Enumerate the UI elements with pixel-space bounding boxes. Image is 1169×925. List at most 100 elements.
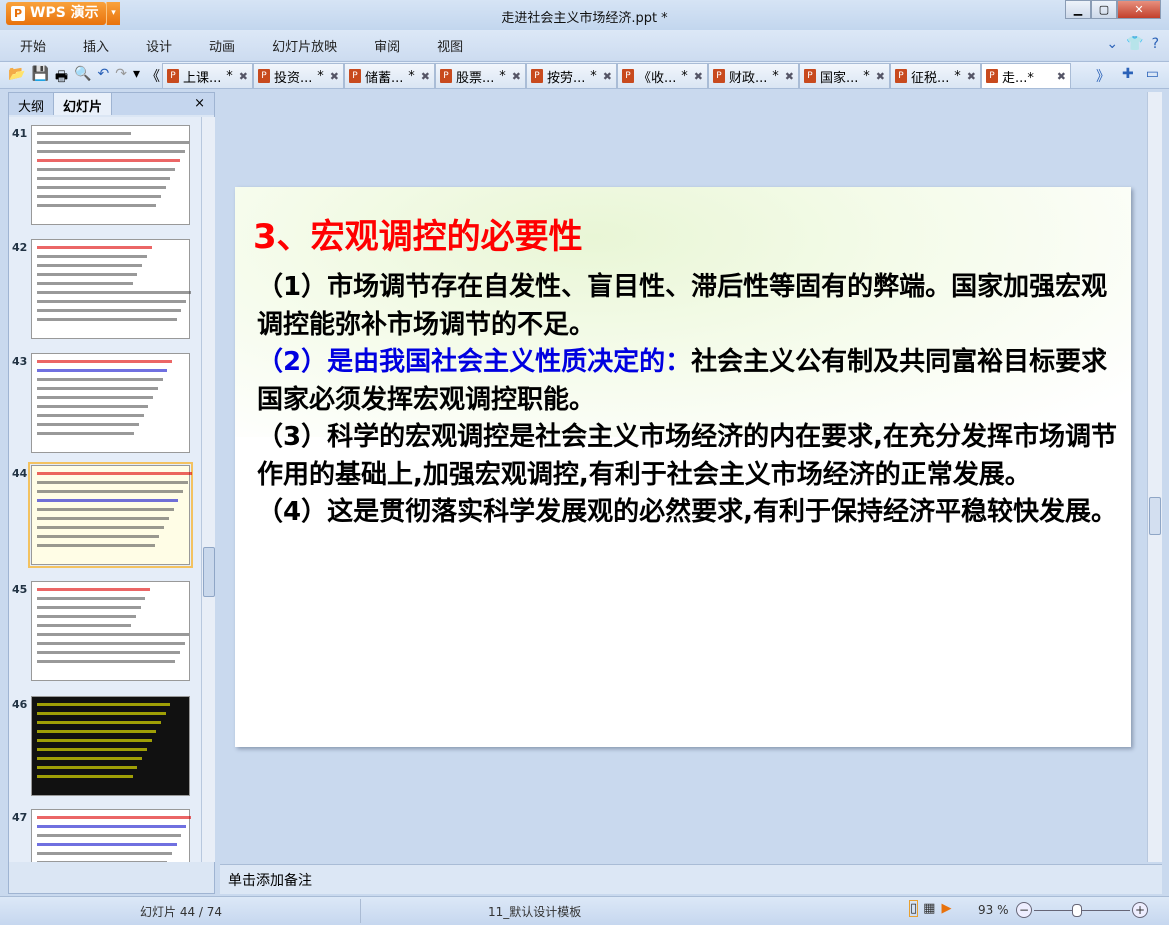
slide-thumbnail[interactable] (31, 809, 191, 862)
slide-number: 43 (12, 355, 28, 368)
zoom-track (1034, 910, 1130, 911)
ppt-file-icon: P (531, 69, 543, 83)
close-tab-icon[interactable]: ✖ (785, 70, 794, 83)
ppt-file-icon: P (349, 69, 361, 83)
slide-thumbnail[interactable] (28, 462, 193, 568)
slide-number: 42 (12, 241, 28, 254)
print-preview-icon[interactable]: 🔍 (74, 66, 91, 90)
window-title: 走进社会主义市场经济.ppt * (501, 11, 668, 26)
menu-insert[interactable]: 插入 (83, 36, 109, 55)
slide-thumbnail[interactable] (31, 581, 190, 681)
notes-pane[interactable]: 单击添加备注 (220, 864, 1162, 894)
divider (360, 899, 361, 923)
ppt-file-icon: P (986, 69, 998, 83)
ppt-file-icon: P (167, 69, 179, 83)
slide-sorter-icon[interactable]: ▦ (923, 901, 935, 916)
zoom-out-icon[interactable]: − (1016, 902, 1032, 918)
zoom-in-icon[interactable]: + (1132, 902, 1148, 918)
doc-tab[interactable]: P 走...* ✖ (981, 63, 1071, 88)
maximize-button[interactable]: ▢ (1091, 0, 1117, 19)
slide-body[interactable]: （1）市场调节存在自发性、盲目性、滞后性等固有的弊端。国家加强宏观调控能弥补市场… (257, 269, 1122, 532)
print-icon[interactable]: 🖶 (55, 66, 68, 90)
doc-tab[interactable]: P 《收... * ✖ (617, 63, 708, 88)
menu-slideshow[interactable]: 幻灯片放映 (272, 36, 337, 55)
close-tab-icon[interactable]: ✖ (694, 70, 703, 83)
zoom-slider[interactable]: − + (1016, 902, 1150, 920)
slide-thumbnail[interactable] (31, 353, 190, 453)
close-tab-icon[interactable]: ✖ (1057, 70, 1066, 83)
tab-slides[interactable]: 幻灯片 (53, 93, 113, 115)
doc-tab[interactable]: P 按劳... * ✖ (526, 63, 617, 88)
close-tab-icon[interactable]: ✖ (876, 70, 885, 83)
redo-icon[interactable]: ↷ (115, 66, 127, 90)
chevron-down-icon[interactable]: ⌄ (1106, 36, 1118, 52)
close-panel-icon[interactable]: × (185, 93, 214, 115)
ppt-file-icon: P (713, 69, 725, 83)
title-bar: P WPS 演示 ▾ 走进社会主义市场经济.ppt * ▁ ▢ ✕ (0, 0, 1169, 30)
menu-design[interactable]: 设计 (146, 36, 172, 55)
toolbar: 📂 💾 🖶 🔍 ↶ ↷ ▾ 《 P 上课... * ✖ P 投资... * ✖ P 储蓄... * ✖… (0, 61, 1169, 89)
slide-number: 47 (12, 811, 28, 824)
doc-tab[interactable]: P 征税... * ✖ (890, 63, 981, 88)
slide-number: 41 (12, 127, 28, 140)
slideshow-icon[interactable]: ▶ (941, 901, 951, 916)
status-bar: 幻灯片 44 / 74 11_默认设计模板 ▯ ▦ ▶ 93 % − + (0, 896, 1169, 925)
close-tab-icon[interactable]: ✖ (603, 70, 612, 83)
slide-canvas[interactable]: 3、宏观调控的必要性 （1）市场调节存在自发性、盲目性、滞后性等固有的弊端。国家… (235, 187, 1131, 747)
doc-tab[interactable]: P 上课... * ✖ (162, 63, 253, 88)
menu-view[interactable]: 视图 (437, 36, 463, 55)
ppt-file-icon: P (804, 69, 816, 83)
point-4: （4）这是贯彻落实科学发展观的必然要求,有利于保持经济平稳较快发展。 (257, 497, 1117, 527)
normal-view-icon[interactable]: ▯ (908, 900, 919, 917)
close-tab-icon[interactable]: ✖ (330, 70, 339, 83)
help-icon[interactable]: ? (1152, 36, 1159, 52)
tab-outline[interactable]: 大纲 (9, 93, 53, 115)
doc-tab[interactable]: P 投资... * ✖ (253, 63, 344, 88)
point-1: （1）市场调节存在自发性、盲目性、滞后性等固有的弊端。国家加强宏观调控能弥补市场… (257, 272, 1108, 340)
save-icon[interactable]: 💾 (31, 66, 48, 90)
close-tab-icon[interactable]: ✖ (239, 70, 248, 83)
zoom-knob[interactable] (1072, 904, 1082, 917)
scrollbar-thumb[interactable] (1149, 497, 1161, 535)
new-tab-icon[interactable]: ✚ (1122, 66, 1134, 86)
scrollbar-thumb[interactable] (203, 547, 215, 597)
close-tab-icon[interactable]: ✖ (512, 70, 521, 83)
menu-bar: 开始 插入 设计 动画 幻灯片放映 审阅 视图 (0, 30, 1169, 60)
editor-scrollbar[interactable] (1147, 92, 1162, 862)
menu-home[interactable]: 开始 (20, 36, 46, 55)
doc-tab[interactable]: P 财政... * ✖ (708, 63, 799, 88)
doc-tab[interactable]: P 国家... * ✖ (799, 63, 890, 88)
tabs-right-icon[interactable]: 》 (1096, 66, 1110, 86)
doc-tab[interactable]: P 储蓄... * ✖ (344, 63, 435, 88)
slide-thumbnail[interactable] (31, 696, 190, 796)
menu-review[interactable]: 审阅 (374, 36, 400, 55)
doc-tab[interactable]: P 股票... * ✖ (435, 63, 526, 88)
zoom-level: 93 % (978, 903, 1009, 917)
slide-thumbnail[interactable] (31, 239, 191, 339)
template-name: 11_默认设计模板 (488, 905, 582, 919)
slide-number: 45 (12, 583, 28, 596)
slide-number: 46 (12, 698, 28, 711)
minimize-button[interactable]: ▁ (1065, 0, 1091, 19)
close-tab-icon[interactable]: ✖ (967, 70, 976, 83)
slide-thumbnail[interactable] (31, 125, 190, 225)
point-3: （3）科学的宏观调控是社会主义市场经济的内在要求,在充分发挥市场调节作用的基础上… (257, 422, 1117, 490)
ppt-file-icon: P (440, 69, 452, 83)
thumbnail-scrollbar[interactable] (201, 117, 215, 862)
slide-counter: 幻灯片 44 / 74 (140, 905, 223, 919)
window-switch-icon[interactable]: ▭ (1146, 66, 1159, 86)
menu-animation[interactable]: 动画 (209, 36, 235, 55)
close-tab-icon[interactable]: ✖ (421, 70, 430, 83)
point-2: （2）是由我国社会主义性质决定的：社会主义公有制及共同富裕目标要求国家必须发挥宏… (257, 347, 1108, 415)
more-icon[interactable]: ▾ (133, 66, 140, 90)
slide-number: 44 (12, 467, 28, 480)
slide-editor: 3、宏观调控的必要性 （1）市场调节存在自发性、盲目性、滞后性等固有的弊端。国家… (220, 92, 1162, 862)
skin-icon[interactable]: 👕 (1126, 36, 1143, 52)
ppt-file-icon: P (622, 69, 634, 83)
close-button[interactable]: ✕ (1117, 0, 1161, 19)
open-icon[interactable]: 📂 (8, 66, 25, 90)
ppt-file-icon: P (895, 69, 907, 83)
slide-title[interactable]: 3、宏观调控的必要性 (253, 209, 583, 258)
undo-icon[interactable]: ↶ (98, 66, 110, 90)
tabs-left-icon[interactable]: 《 (146, 66, 160, 90)
